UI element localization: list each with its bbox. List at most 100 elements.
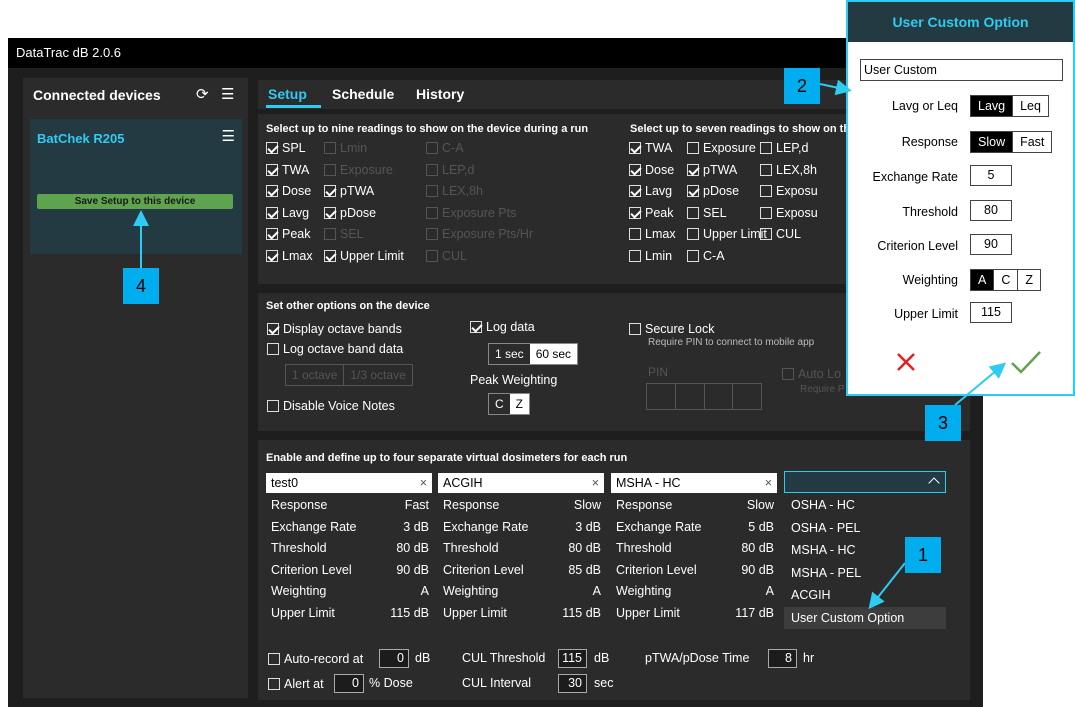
dosimeter-row-label: Exchange Rate <box>271 519 357 534</box>
hamburger-icon[interactable]: ☰ <box>221 85 234 103</box>
log-rate-selector[interactable]: 1 sec 60 sec <box>488 343 579 365</box>
reading-upper-limit-checkbox[interactable]: Upper Limit <box>324 248 404 264</box>
device-menu-icon[interactable]: ☰ <box>222 127 235 145</box>
dosimeter-row-label: Threshold <box>271 541 327 555</box>
auto-record-input[interactable]: 0 <box>379 649 409 668</box>
reading-dose-checkbox[interactable]: Dose <box>266 183 311 199</box>
add-dosimeter-dropdown[interactable] <box>784 471 946 493</box>
dropdown-option[interactable]: User Custom Option <box>784 606 946 629</box>
weighting-c[interactable]: C <box>993 270 1017 290</box>
dosimeter-row: Criterion Level 90 dB <box>271 560 429 580</box>
close-icon[interactable]: × <box>765 473 772 493</box>
device-reading-exposure-checkbox[interactable]: Exposure <box>687 140 756 156</box>
cul-threshold-input[interactable]: 115 <box>558 649 587 668</box>
device-reading-pdose-checkbox[interactable]: pDose <box>687 183 739 199</box>
reading-pdose-checkbox[interactable]: pDose <box>324 205 376 221</box>
device-reading-dose-checkbox[interactable]: Dose <box>629 162 674 178</box>
dosimeter-name-input[interactable]: test0 × <box>266 473 432 493</box>
save-setup-button[interactable]: Save Setup to this device <box>37 194 233 209</box>
check-icon[interactable] <box>1010 350 1042 376</box>
dosimeter-name-input[interactable]: ACGIH × <box>438 473 604 493</box>
reading-ptwa-checkbox[interactable]: pTWA <box>324 183 374 199</box>
device-card[interactable]: BatChek R205 ☰ Save Setup to this device <box>30 119 242 254</box>
disable-voice-checkbox[interactable]: Disable Voice Notes <box>267 398 395 414</box>
peak-weighting-z[interactable]: Z <box>509 394 530 414</box>
slow-option[interactable]: Slow <box>971 132 1013 152</box>
reading-lmax-checkbox[interactable]: Lmax <box>266 248 313 264</box>
device-reading-lep-d-checkbox[interactable]: LEP,d <box>760 140 808 156</box>
dosimeter-row-value: A <box>592 584 601 598</box>
device-reading-lmax-checkbox[interactable]: Lmax <box>629 226 676 242</box>
device-reading-peak-checkbox[interactable]: Peak <box>629 205 674 221</box>
checkbox-icon <box>687 228 699 240</box>
threshold-input[interactable]: 80 <box>970 200 1012 221</box>
alert-checkbox[interactable]: Alert at <box>268 676 324 692</box>
log-octave-checkbox[interactable]: Log octave band data <box>267 341 403 357</box>
log-data-checkbox[interactable]: Log data <box>470 319 535 335</box>
reading-spl-checkbox[interactable]: SPL <box>266 140 306 156</box>
device-reading-exposu-checkbox[interactable]: Exposu <box>760 205 818 221</box>
log-rate-60sec[interactable]: 60 sec <box>529 344 578 364</box>
x-icon[interactable] <box>896 352 916 372</box>
device-reading-ptwa-checkbox[interactable]: pTWA <box>687 162 737 178</box>
response-selector[interactable]: Slow Fast <box>970 131 1053 153</box>
custom-name-input[interactable]: User Custom <box>860 59 1063 81</box>
dropdown-option[interactable]: ACGIH <box>784 584 946 606</box>
device-reading-lavg-checkbox[interactable]: Lavg <box>629 183 672 199</box>
dosimeter-row-value: 90 dB <box>741 562 774 577</box>
refresh-icon[interactable]: ⟳ <box>196 85 209 103</box>
weighting-selector[interactable]: ACZ <box>970 269 1042 291</box>
weighting-z[interactable]: Z <box>1017 270 1040 290</box>
reading-c-a-checkbox: C-A <box>426 140 464 156</box>
fast-option[interactable]: Fast <box>1012 132 1051 152</box>
device-reading-c-a-checkbox[interactable]: C-A <box>687 248 725 264</box>
window-title: DataTrac dB 2.0.6 <box>8 38 983 68</box>
alert-input[interactable]: 0 <box>334 674 364 693</box>
dosimeter-row-value: 3 dB <box>403 519 429 534</box>
tab-schedule[interactable]: Schedule <box>332 86 394 102</box>
auto-record-checkbox[interactable]: Auto-record at <box>268 651 363 667</box>
checkbox-icon <box>426 185 438 197</box>
device-reading-twa-checkbox[interactable]: TWA <box>629 140 672 156</box>
log-octave-label: Log octave band data <box>283 342 404 356</box>
pin-label: PIN <box>648 365 669 379</box>
checkbox-icon <box>324 249 336 262</box>
device-reading-exposu-checkbox[interactable]: Exposu <box>760 183 818 199</box>
cul-threshold-label: CUL Threshold <box>462 651 546 665</box>
display-octave-checkbox[interactable]: Display octave bands <box>267 321 402 337</box>
chevron-up-icon <box>928 477 940 489</box>
lavg-leq-selector[interactable]: Lavg Leq <box>970 95 1049 117</box>
device-reading-upper-limit-checkbox[interactable]: Upper Limit <box>687 226 767 242</box>
tab-setup[interactable]: Setup <box>268 86 307 102</box>
weighting-a[interactable]: A <box>971 270 994 290</box>
dropdown-option[interactable]: OSHA - PEL <box>784 517 946 539</box>
criterion-input[interactable]: 90 <box>970 234 1012 255</box>
lavg-option[interactable]: Lavg <box>971 96 1013 116</box>
peak-weighting-c[interactable]: C <box>489 394 510 414</box>
log-rate-1sec[interactable]: 1 sec <box>489 344 530 364</box>
leq-option[interactable]: Leq <box>1012 96 1048 116</box>
tab-history[interactable]: History <box>416 86 464 102</box>
device-reading-lex-8h-checkbox[interactable]: LEX,8h <box>760 162 817 178</box>
device-reading-sel-checkbox[interactable]: SEL <box>687 205 727 221</box>
close-icon[interactable]: × <box>592 473 599 493</box>
reading-twa-checkbox[interactable]: TWA <box>266 162 309 178</box>
reading-peak-checkbox[interactable]: Peak <box>266 226 311 242</box>
cul-interval-input[interactable]: 30 <box>558 674 587 693</box>
checkbox-icon <box>760 185 772 197</box>
device-reading-cul-checkbox[interactable]: CUL <box>760 226 801 242</box>
upper-limit-input[interactable]: 115 <box>970 302 1012 323</box>
checkbox-icon <box>687 206 699 219</box>
dropdown-option[interactable]: OSHA - HC <box>784 494 946 516</box>
checkbox-icon <box>629 249 641 262</box>
exchange-rate-input[interactable]: 5 <box>970 165 1012 186</box>
reading-lavg-checkbox[interactable]: Lavg <box>266 205 309 221</box>
auto-record-label: Auto-record at <box>284 652 364 666</box>
dosimeter-name-input[interactable]: MSHA - HC × <box>611 473 777 493</box>
peak-weighting-selector[interactable]: CZ <box>488 393 531 415</box>
device-reading-lmin-checkbox[interactable]: Lmin <box>629 248 672 264</box>
ptwa-time-input[interactable]: 8 <box>768 649 797 668</box>
close-icon[interactable]: × <box>420 473 427 493</box>
checkbox-icon <box>268 678 280 690</box>
secure-lock-checkbox[interactable]: Secure Lock <box>629 321 714 337</box>
